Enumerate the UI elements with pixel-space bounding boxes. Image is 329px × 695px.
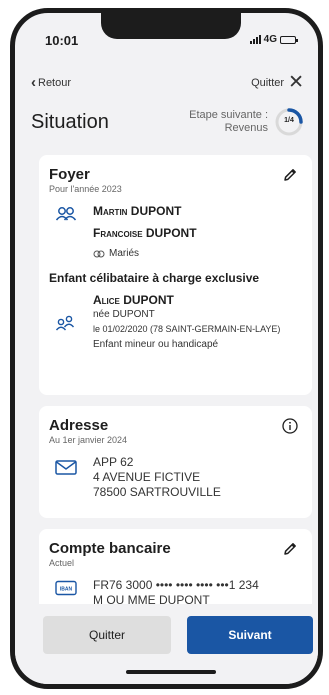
rings-icon [93, 250, 105, 257]
status-icons: 4G [249, 34, 298, 45]
progress-ring: 1/4 [274, 107, 304, 137]
network-label: 4G [263, 34, 277, 45]
marital-status: Mariés [93, 246, 302, 261]
nav-bar: ‹ Retour Quitter ✕ [31, 73, 304, 92]
bank-subtitle: Actuel [49, 558, 75, 568]
address-title: Adresse [49, 417, 109, 434]
child-block: Alice DUPONT née DUPONT le 01/02/2020 (7… [49, 293, 302, 352]
battery-icon [280, 35, 298, 44]
address-info-button[interactable] [282, 418, 298, 439]
close-icon: ✕ [288, 72, 304, 93]
page-title: Situation [31, 110, 109, 133]
next-button[interactable]: Suivant [187, 616, 313, 654]
signal-icon [249, 35, 261, 44]
next-step-label: Etape suivante : [189, 109, 268, 121]
child-name: Alice DUPONT [93, 293, 174, 307]
child-icon [55, 315, 75, 331]
title-row: Situation Etape suivante : Revenus 1/4 [31, 107, 304, 137]
address-body: APP 62 4 AVENUE FICTIVE 78500 SARTROUVIL… [49, 455, 302, 500]
foyer-title: Foyer [49, 166, 90, 183]
next-step-value: Revenus [224, 122, 268, 134]
couple-block: Martin DUPONT Francoise DUPONT Mariés [49, 204, 302, 261]
quit-link[interactable]: Quitter ✕ [251, 73, 304, 92]
back-label: Retour [38, 76, 72, 89]
next-step-indicator: Etape suivante : Revenus 1/4 [189, 107, 304, 137]
phone-frame: 10:01 4G ‹ Retour Quitter ✕ Situation Et… [10, 8, 323, 689]
child-heading: Enfant célibataire à charge exclusive [49, 271, 260, 285]
iban-card-label: IBAN [60, 587, 73, 593]
info-icon [282, 418, 298, 434]
quit-label: Quitter [251, 76, 285, 89]
address-line-3: 78500 SARTROUVILLE [93, 485, 221, 499]
foyer-subtitle: Pour l'année 2023 [49, 184, 122, 194]
bottom-action-bar: Quitter Suivant [15, 604, 318, 684]
couple-icon [55, 207, 77, 221]
iban-card-icon: IBAN [55, 580, 77, 596]
quit-button[interactable]: Quitter [43, 616, 171, 654]
pencil-icon [284, 543, 296, 555]
phone-notch [101, 13, 241, 39]
progress-label: 1/4 [284, 117, 294, 124]
envelope-icon [55, 460, 77, 475]
status-time: 10:01 [45, 33, 79, 48]
person-1-name: Martin DUPONT [93, 204, 182, 218]
bank-edit-button[interactable] [282, 541, 298, 562]
address-card: Adresse Au 1er janvier 2024 APP 62 4 AVE… [39, 406, 312, 518]
child-category: Enfant mineur ou handicapé [93, 339, 219, 350]
bank-iban: FR76 3000 •••• •••• •••• •••1 234 [93, 578, 259, 592]
child-birth-name: née DUPONT [93, 309, 155, 320]
foyer-edit-button[interactable] [282, 167, 298, 188]
person-2-name: Francoise DUPONT [93, 226, 197, 240]
bank-title: Compte bancaire [49, 540, 171, 557]
marital-status-label: Mariés [109, 248, 140, 259]
home-indicator [126, 670, 216, 674]
address-subtitle: Au 1er janvier 2024 [49, 435, 128, 445]
address-line-1: APP 62 [93, 455, 134, 469]
chevron-left-icon: ‹ [31, 74, 36, 91]
child-birth-info: le 01/02/2020 (78 SAINT-GERMAIN-EN-LAYE) [93, 324, 281, 334]
back-button[interactable]: ‹ Retour [31, 75, 71, 90]
address-line-2: 4 AVENUE FICTIVE [93, 470, 201, 484]
pencil-icon [284, 169, 296, 181]
foyer-card: Foyer Pour l'année 2023 Martin DUPONT Fr… [39, 155, 312, 395]
